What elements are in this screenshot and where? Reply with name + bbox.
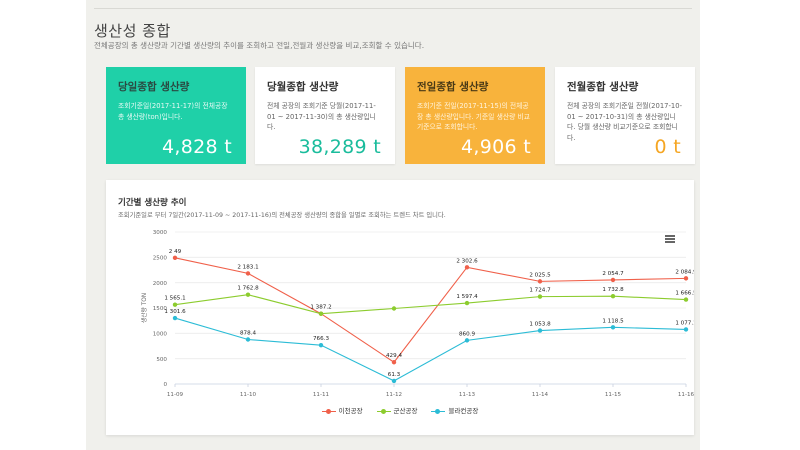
legend-marker: [321, 407, 336, 415]
data-label: 1 666.5: [675, 291, 694, 297]
card-description: 조회기준 전일(2017-11-15)의 전체공장 총 생산량입니다. 기준일 …: [417, 102, 531, 131]
data-point: [464, 265, 470, 270]
x-tick-label: 11-13: [459, 392, 476, 398]
x-tick-label: 11-10: [240, 392, 257, 398]
data-label: 766.3: [313, 336, 329, 342]
data-point: [245, 292, 251, 297]
legend-item[interactable]: 이천공장: [321, 405, 363, 415]
card-value: 4,906 t: [461, 136, 531, 158]
legend-item[interactable]: 블라컨공장: [431, 405, 478, 415]
data-label: 1 732.8: [602, 287, 624, 293]
y-axis-label: 생산량 TON: [140, 293, 148, 323]
data-label: 1 118.5: [602, 318, 624, 324]
data-label: 860.9: [459, 331, 475, 337]
legend-label: 이천공장: [338, 407, 363, 415]
data-point: [464, 300, 470, 306]
data-label: 1 762.8: [237, 286, 259, 292]
card-value: 4,828 t: [162, 136, 232, 158]
legend-marker: [431, 407, 446, 415]
data-label: 2 183.1: [237, 264, 259, 270]
card-prev-month-total[interactable]: 전월종합 생산량 전체 공장의 조회기준일 전월(2017-10-01 ~ 20…: [555, 67, 695, 164]
data-label: 878.4: [240, 330, 256, 336]
data-point: [391, 378, 397, 384]
card-title: 당월종합 생산량: [267, 81, 339, 93]
data-label: 2 302.6: [456, 258, 478, 264]
series-line: [174, 317, 687, 382]
hamburger-menu-icon[interactable]: [665, 235, 675, 243]
data-label: 61.3: [388, 372, 401, 378]
data-point: [172, 302, 178, 307]
data-point: [610, 294, 616, 299]
legend-item[interactable]: 군산공장: [376, 405, 418, 415]
data-point: [464, 338, 470, 343]
y-tick-label: 3000: [153, 230, 168, 236]
data-point: [172, 315, 178, 321]
legend-label: 블라컨공장: [448, 407, 479, 415]
chart-legend: 이천공장 군산공장 블라컨공장: [106, 405, 694, 415]
data-point: [245, 337, 251, 342]
y-tick-label: 2500: [153, 256, 168, 262]
legend-marker: [376, 407, 391, 415]
card-value: 0 t: [654, 136, 681, 158]
data-point: [391, 360, 397, 365]
card-description: 조회기준일(2017-11-17)의 전체공장 총 생산량(ton)입니다.: [118, 102, 228, 121]
data-label: 1 597.4: [456, 294, 478, 300]
trend-chart-box: 기간별 생산량 추이 조회기준일로 부터 7일간(2017-11-09 ~ 20…: [106, 180, 694, 435]
main-panel: 생산성 종합 전체공장의 총 생산량과 기간별 생산량의 추이를 조회하고 전일…: [86, 0, 700, 450]
card-title: 당일종합 생산량: [118, 81, 190, 93]
x-tick-label: 11-12: [386, 392, 402, 398]
data-point: [537, 279, 543, 284]
data-label: 1 387.2: [310, 305, 331, 311]
card-title: 전월종합 생산량: [567, 81, 639, 93]
y-tick-label: 0: [163, 382, 167, 388]
data-label: 1 301.6: [164, 309, 186, 315]
data-label: 2 49: [169, 249, 182, 255]
x-tick-label: 11-15: [605, 392, 622, 398]
top-divider: [94, 8, 692, 9]
card-title: 전일종합 생산량: [417, 81, 489, 93]
data-point: [245, 271, 251, 276]
data-point: [683, 327, 689, 332]
data-point: [610, 325, 616, 330]
data-point: [683, 297, 689, 302]
card-today-total[interactable]: 당일종합 생산량 조회기준일(2017-11-17)의 전체공장 총 생산량(t…: [106, 67, 246, 164]
data-point: [537, 328, 543, 333]
series-line: [174, 294, 687, 315]
data-point: [610, 277, 616, 283]
x-tick-label: 11-11: [313, 392, 330, 398]
data-point: [683, 276, 689, 281]
data-label: 1 724.7: [529, 288, 551, 294]
data-point: [537, 294, 543, 299]
y-tick-label: 2000: [153, 281, 168, 287]
card-value: 38,289 t: [298, 136, 381, 158]
card-prev-day-total[interactable]: 전일종합 생산량 조회기준 전일(2017-11-15)의 전체공장 총 생산량…: [405, 67, 545, 164]
data-point: [318, 311, 324, 316]
x-tick-label: 11-16: [678, 392, 694, 398]
card-month-total[interactable]: 당월종합 생산량 전체 공장의 조회기준 당월(2017-11-01 ~ 201…: [255, 67, 395, 164]
data-point: [318, 342, 324, 348]
data-point: [172, 255, 178, 261]
data-label: 2 025.5: [529, 272, 551, 278]
data-label: 1 565.1: [164, 296, 186, 302]
y-tick-label: 1000: [153, 332, 168, 338]
card-description: 전체 공장의 조회기준 당월(2017-11-01 ~ 2017-11-30)의…: [267, 102, 376, 131]
page-title: 생산성 종합: [94, 22, 171, 40]
page-description: 전체공장의 총 생산량과 기간별 생산량의 추이를 조회하고 전일,전월과 생산…: [94, 41, 425, 50]
x-tick-label: 11-14: [532, 392, 549, 398]
data-point: [391, 306, 397, 311]
legend-label: 군산공장: [393, 407, 418, 415]
trend-line-chart: 05001000150020002500300011-09 11-10 11-11 1…: [140, 230, 694, 398]
y-tick-label: 500: [156, 357, 167, 363]
data-label: 1 077.1: [675, 320, 694, 326]
data-label: 2 054.7: [602, 271, 624, 277]
x-tick-label: 11-09: [167, 392, 184, 398]
data-label: 1 053.8: [529, 322, 551, 328]
data-label: 429.4: [386, 353, 402, 359]
data-label: 2 084.9: [675, 269, 694, 275]
